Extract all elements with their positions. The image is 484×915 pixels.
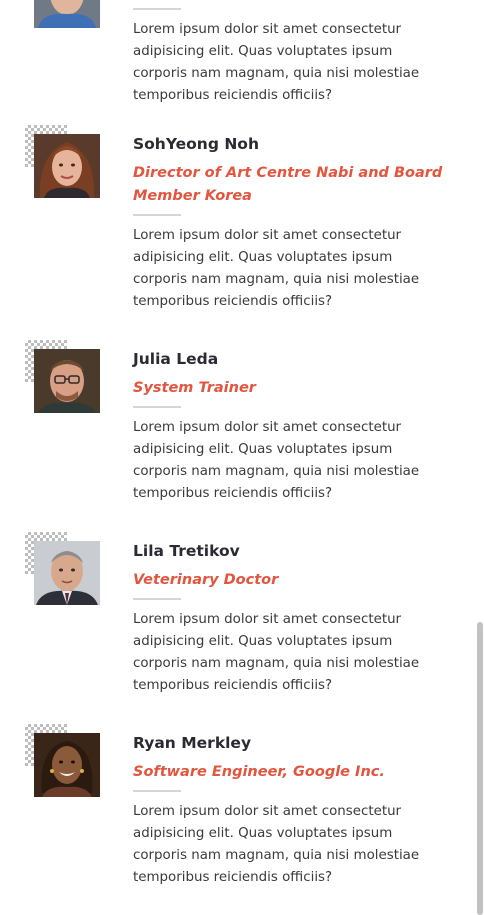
speaker-photo-frame (25, 340, 101, 414)
divider (133, 406, 181, 408)
avatar-man-suit-image (34, 541, 100, 605)
speaker-role: System Trainer (133, 380, 256, 396)
speaker-photo-frame (25, 724, 101, 798)
speaker-photo-frame (25, 0, 101, 29)
speaker-name: SohYeong Noh (133, 135, 259, 153)
avatar-woman-brown-hair-image (34, 134, 100, 198)
avatar-man-blue-shirt-image (34, 0, 100, 28)
speaker-bio: Lorem ipsum dolor sit amet consectetur a… (133, 420, 420, 501)
divider (133, 214, 181, 216)
divider (133, 8, 181, 10)
speaker-info: Lila Tretikov Veterinary Doctor Lorem ip… (133, 541, 443, 697)
speaker-bio: Lorem ipsum dolor sit amet consectetur a… (133, 612, 420, 693)
divider (133, 598, 181, 600)
avatar (34, 349, 100, 413)
speaker-name: Julia Leda (133, 350, 219, 368)
speaker-bio: Lorem ipsum dolor sit amet consectetur a… (133, 22, 420, 103)
avatar (34, 733, 100, 797)
speaker-info: Lorem ipsum dolor sit amet consectetur a… (133, 0, 443, 107)
avatar (34, 0, 100, 28)
speaker-role (133, 0, 443, 2)
speaker-bio: Lorem ipsum dolor sit amet consectetur a… (133, 804, 420, 885)
speaker-info: Ryan Merkley Software Engineer, Google I… (133, 733, 443, 889)
speaker-role: Veterinary Doctor (133, 572, 279, 588)
divider (133, 790, 181, 792)
avatar-woman-smiling-image (34, 733, 100, 797)
avatar (34, 134, 100, 198)
avatar (34, 541, 100, 605)
speaker-info: SohYeong Noh Director of Art Centre Nabi… (133, 134, 443, 313)
speaker-photo-frame (25, 532, 101, 606)
scrollbar-thumb[interactable] (477, 622, 483, 915)
speakers-list: Lorem ipsum dolor sit amet consectetur a… (0, 0, 484, 915)
speaker-bio: Lorem ipsum dolor sit amet consectetur a… (133, 228, 420, 309)
speaker-photo-frame (25, 125, 101, 199)
speaker-name: Lila Tretikov (133, 542, 240, 560)
speaker-role: Director of Art Centre Nabi and Board Me… (133, 165, 443, 204)
speaker-info: Julia Leda System Trainer Lorem ipsum do… (133, 349, 443, 505)
scrollbar[interactable] (476, 0, 484, 915)
speaker-name: Ryan Merkley (133, 734, 252, 752)
avatar-man-glasses-image (34, 349, 100, 413)
speaker-role: Software Engineer, Google Inc. (133, 764, 385, 780)
